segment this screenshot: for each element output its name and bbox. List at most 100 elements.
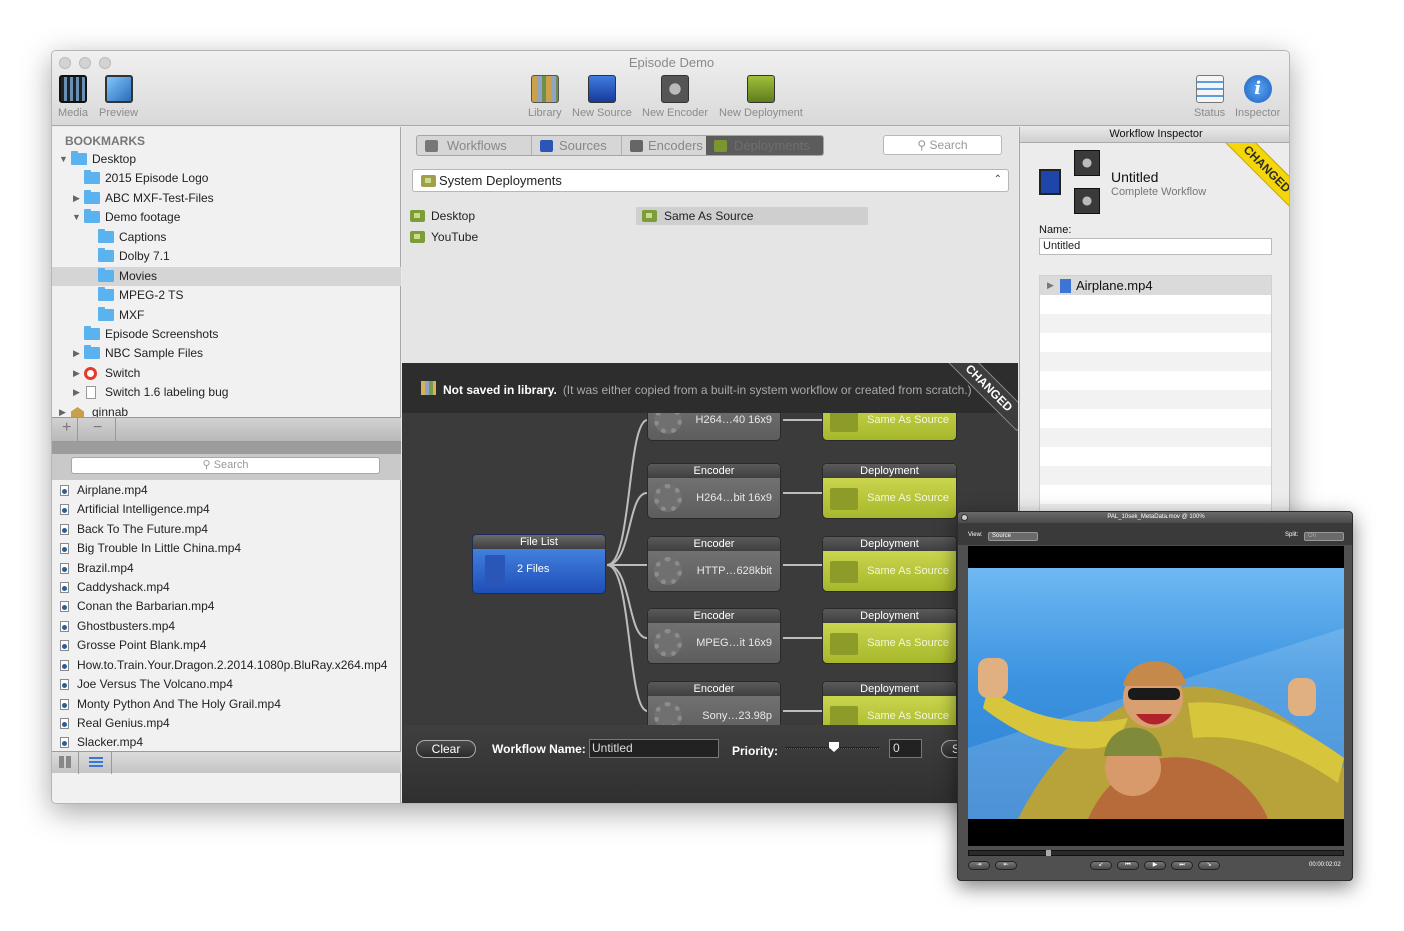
close-window-button[interactable] xyxy=(961,514,968,521)
rewind-button[interactable]: ⏮ xyxy=(1117,861,1139,870)
encoder-node[interactable]: Encoder MPEG…it 16x9 xyxy=(647,608,781,664)
folder-icon xyxy=(84,326,100,340)
tree-item-mpeg2ts[interactable]: MPEG-2 TS xyxy=(52,286,401,305)
video-area[interactable] xyxy=(968,546,1344,846)
tree-item-dolby[interactable]: Dolby 7.1 xyxy=(52,247,401,266)
mark-out-button[interactable]: ⇤ xyxy=(995,861,1017,870)
search-icon: ⚲ xyxy=(917,138,930,152)
play-button[interactable]: ▶ xyxy=(1144,861,1166,870)
file-row[interactable]: Real Genius.mp4 xyxy=(52,714,401,733)
add-bookmark-button[interactable]: + xyxy=(62,419,71,437)
disclosure-closed-icon[interactable]: ▶ xyxy=(73,189,80,208)
file-row[interactable]: Back To The Future.mp4 xyxy=(52,520,401,539)
file-row[interactable]: Slacker.mp4 xyxy=(52,733,401,752)
file-row[interactable]: Ghostbusters.mp4 xyxy=(52,617,401,636)
tree-item-movies[interactable]: Movies xyxy=(52,267,401,286)
file-search-input[interactable]: ⚲ Search xyxy=(71,457,380,474)
scrubber-playhead[interactable] xyxy=(1046,850,1051,856)
tree-item-captions[interactable]: Captions xyxy=(52,228,401,247)
inspector-button[interactable]: i Inspector xyxy=(1235,75,1280,119)
library-button[interactable]: Library xyxy=(528,75,562,119)
split-handle[interactable] xyxy=(52,442,401,454)
file-row[interactable]: Big Trouble In Little China.mp4 xyxy=(52,539,401,558)
deployment-node[interactable]: Deployment Same As Source xyxy=(822,681,957,725)
tab-workflows[interactable]: Workflows xyxy=(417,136,532,155)
deployment-node[interactable]: Deployment Same As Source xyxy=(822,463,957,519)
file-name: Caddyshack.mp4 xyxy=(77,580,170,594)
tree-item-episode-screenshots[interactable]: Episode Screenshots xyxy=(52,325,401,344)
file-row[interactable]: Grosse Point Blank.mp4 xyxy=(52,636,401,655)
encoder-node[interactable]: Encoder H264…bit 16x9 xyxy=(647,463,781,519)
grid-view-icon[interactable] xyxy=(59,756,71,768)
deployment-item-same-as-source[interactable]: Same As Source xyxy=(636,207,868,225)
deployment-node[interactable]: Deployment Same As Source xyxy=(822,608,957,664)
tree-item-nbc[interactable]: ▶ NBC Sample Files xyxy=(52,344,401,363)
split-select[interactable]: On xyxy=(1304,532,1344,541)
file-row[interactable]: Joe Versus The Volcano.mp4 xyxy=(52,675,401,694)
workflows-icon xyxy=(425,140,438,152)
library-search-input[interactable]: ⚲ Search xyxy=(883,135,1002,155)
encoder-node[interactable]: Encoder H264…40 16x9 xyxy=(647,413,781,441)
playback-scrubber[interactable] xyxy=(968,850,1344,856)
tree-item-demo-footage[interactable]: ▼ Demo footage xyxy=(52,208,401,227)
movie-file-icon xyxy=(60,563,69,574)
step-back-button[interactable]: ↙ xyxy=(1090,861,1112,870)
disclosure-open-icon[interactable]: ▼ xyxy=(59,150,68,169)
mark-in-button[interactable]: ⇥ xyxy=(968,861,990,870)
new-source-label: New Source xyxy=(572,107,632,119)
file-row[interactable]: Caddyshack.mp4 xyxy=(52,578,401,597)
source-list-item[interactable]: ▶ Airplane.mp4 xyxy=(1040,276,1271,295)
workflow-canvas[interactable]: Not saved in library. (It was either copi… xyxy=(402,363,1018,725)
deployment-category-select[interactable]: System Deployments ⌃ xyxy=(412,169,1009,192)
fast-forward-button[interactable]: ⏭ xyxy=(1171,861,1193,870)
tab-deployments[interactable]: Deployments xyxy=(706,136,823,155)
disclosure-closed-icon[interactable]: ▶ xyxy=(59,403,66,417)
file-row[interactable]: Conan the Barbarian.mp4 xyxy=(52,597,401,616)
tree-item-switch[interactable]: ▶ Switch xyxy=(52,364,401,383)
step-forward-button[interactable]: ↘ xyxy=(1198,861,1220,870)
priority-field[interactable]: 0 xyxy=(889,739,922,758)
deployment-node[interactable]: Deployment Same As Source xyxy=(822,536,957,592)
status-button[interactable]: Status xyxy=(1194,75,1225,119)
new-encoder-icon xyxy=(661,75,690,103)
new-source-button[interactable]: New Source xyxy=(572,75,632,119)
tree-item-switch-bug[interactable]: ▶ Switch 1.6 labeling bug xyxy=(52,383,401,402)
deployment-node[interactable]: Deployment Same As Source xyxy=(822,413,957,441)
folder-icon xyxy=(98,268,114,282)
disclosure-closed-icon[interactable]: ▶ xyxy=(73,383,80,402)
disclosure-open-icon[interactable]: ▼ xyxy=(72,208,81,227)
media-button[interactable]: Media xyxy=(58,75,88,119)
file-row[interactable]: Artificial Intelligence.mp4 xyxy=(52,500,401,519)
clear-button[interactable]: Clear xyxy=(416,740,476,758)
disclosure-closed-icon[interactable]: ▶ xyxy=(1047,276,1054,295)
file-row[interactable]: How.to.Train.Your.Dragon.2.2014.1080p.Bl… xyxy=(52,656,401,675)
folder-icon xyxy=(84,209,100,223)
workflow-name-field[interactable]: Untitled xyxy=(589,739,719,758)
view-select[interactable]: Source xyxy=(988,532,1038,541)
inspector-name-field[interactable]: Untitled xyxy=(1039,238,1272,255)
viewer-titlebar: PAL_10sek_MetaData.mov @ 100% xyxy=(958,512,1352,523)
new-deployment-button[interactable]: New Deployment xyxy=(719,75,803,119)
file-row[interactable]: Monty Python And The Holy Grail.mp4 xyxy=(52,695,401,714)
tree-item-desktop[interactable]: ▼ Desktop xyxy=(52,150,401,169)
preview-button[interactable]: Preview xyxy=(99,75,138,119)
tab-sources[interactable]: Sources xyxy=(532,136,622,155)
file-row[interactable]: Airplane.mp4 xyxy=(52,481,401,500)
disclosure-closed-icon[interactable]: ▶ xyxy=(73,364,80,383)
priority-slider-thumb[interactable] xyxy=(829,742,839,752)
remove-bookmark-button[interactable]: − xyxy=(93,419,102,437)
disclosure-closed-icon[interactable]: ▶ xyxy=(73,344,80,363)
list-view-icon[interactable] xyxy=(89,757,103,768)
encoder-node[interactable]: Encoder HTTP…628kbit xyxy=(647,536,781,592)
file-list-node[interactable]: File List 2 Files xyxy=(472,534,606,594)
file-row[interactable]: Brazil.mp4 xyxy=(52,559,401,578)
tab-encoders[interactable]: Encoders xyxy=(622,136,716,155)
encoder-node[interactable]: Encoder Sony…23.98p xyxy=(647,681,781,725)
tree-item-abc-mxf[interactable]: ▶ ABC MXF-Test-Files xyxy=(52,189,401,208)
tree-item-mxf[interactable]: MXF xyxy=(52,306,401,325)
tree-item-home[interactable]: ▶ ginnab xyxy=(52,403,401,417)
tree-item-2015-episode-logo[interactable]: 2015 Episode Logo xyxy=(52,169,401,188)
deployment-item-youtube[interactable]: YouTube xyxy=(408,228,608,246)
deployment-item-desktop[interactable]: Desktop xyxy=(408,207,608,225)
new-encoder-button[interactable]: New Encoder xyxy=(642,75,708,119)
